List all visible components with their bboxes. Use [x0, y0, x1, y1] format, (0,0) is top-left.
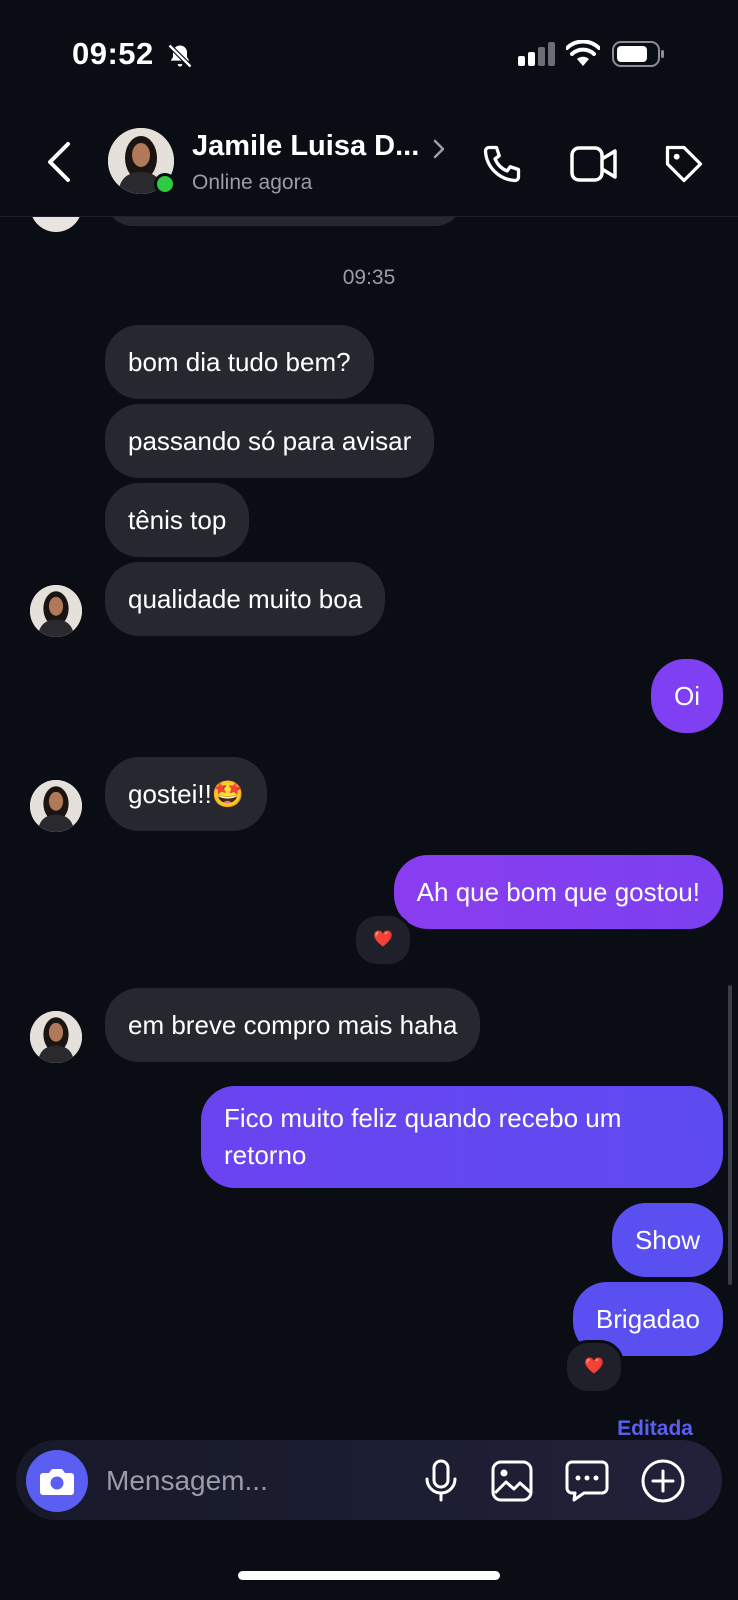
message-timestamp: 09:35 [342, 266, 396, 289]
chevron-right-icon[interactable] [432, 138, 446, 160]
cellular-signal-icon [518, 42, 555, 66]
message-incoming[interactable]: em breve compro mais haha [105, 988, 481, 1062]
image-icon[interactable] [490, 1459, 534, 1503]
camera-icon [40, 1469, 74, 1495]
contact-status: Online agora [192, 171, 313, 194]
online-indicator [154, 173, 176, 195]
microphone-icon[interactable] [420, 1458, 462, 1504]
message-input[interactable] [104, 1458, 388, 1504]
heart-reaction-icon[interactable]: ❤️ [564, 1340, 624, 1394]
message-incoming[interactable]: tênis top [105, 483, 250, 557]
chat-bubble-icon[interactable] [564, 1459, 610, 1503]
message-outgoing[interactable]: Show [611, 1203, 723, 1277]
message-incoming[interactable]: qualidade muito boa [105, 562, 386, 636]
status-time: 09:52 [72, 36, 154, 71]
plus-circle-icon[interactable] [640, 1458, 686, 1504]
message-outgoing[interactable]: Oi [651, 659, 723, 733]
message-incoming[interactable]: passando só para avisar [105, 404, 435, 478]
wifi-icon [566, 40, 600, 66]
phone-icon[interactable] [480, 142, 524, 186]
video-camera-icon[interactable] [570, 144, 618, 184]
contact-name[interactable]: Jamile Luisa D... [192, 130, 419, 163]
contact-avatar-small[interactable] [30, 585, 82, 637]
contact-avatar-small[interactable] [30, 1011, 82, 1063]
heart-reaction-icon[interactable]: ❤️ [353, 913, 413, 967]
message-incoming[interactable]: bom dia tudo bem? [105, 325, 374, 399]
contact-avatar-small[interactable] [30, 780, 82, 832]
back-chevron-icon[interactable] [44, 140, 74, 184]
tag-icon[interactable] [662, 142, 706, 186]
home-indicator[interactable] [238, 1571, 500, 1580]
battery-icon [612, 41, 664, 67]
camera-button[interactable] [26, 1450, 88, 1512]
message-outgoing[interactable]: Ah que bom que gostou! [393, 855, 723, 929]
scrollbar[interactable] [728, 985, 732, 1285]
edited-label: Editada [617, 1417, 693, 1440]
message-incoming[interactable]: gostei!!🤩 [105, 757, 268, 831]
bell-slash-icon [167, 43, 193, 69]
message-outgoing[interactable]: Fico muito feliz quando recebo um retorn… [201, 1086, 723, 1188]
